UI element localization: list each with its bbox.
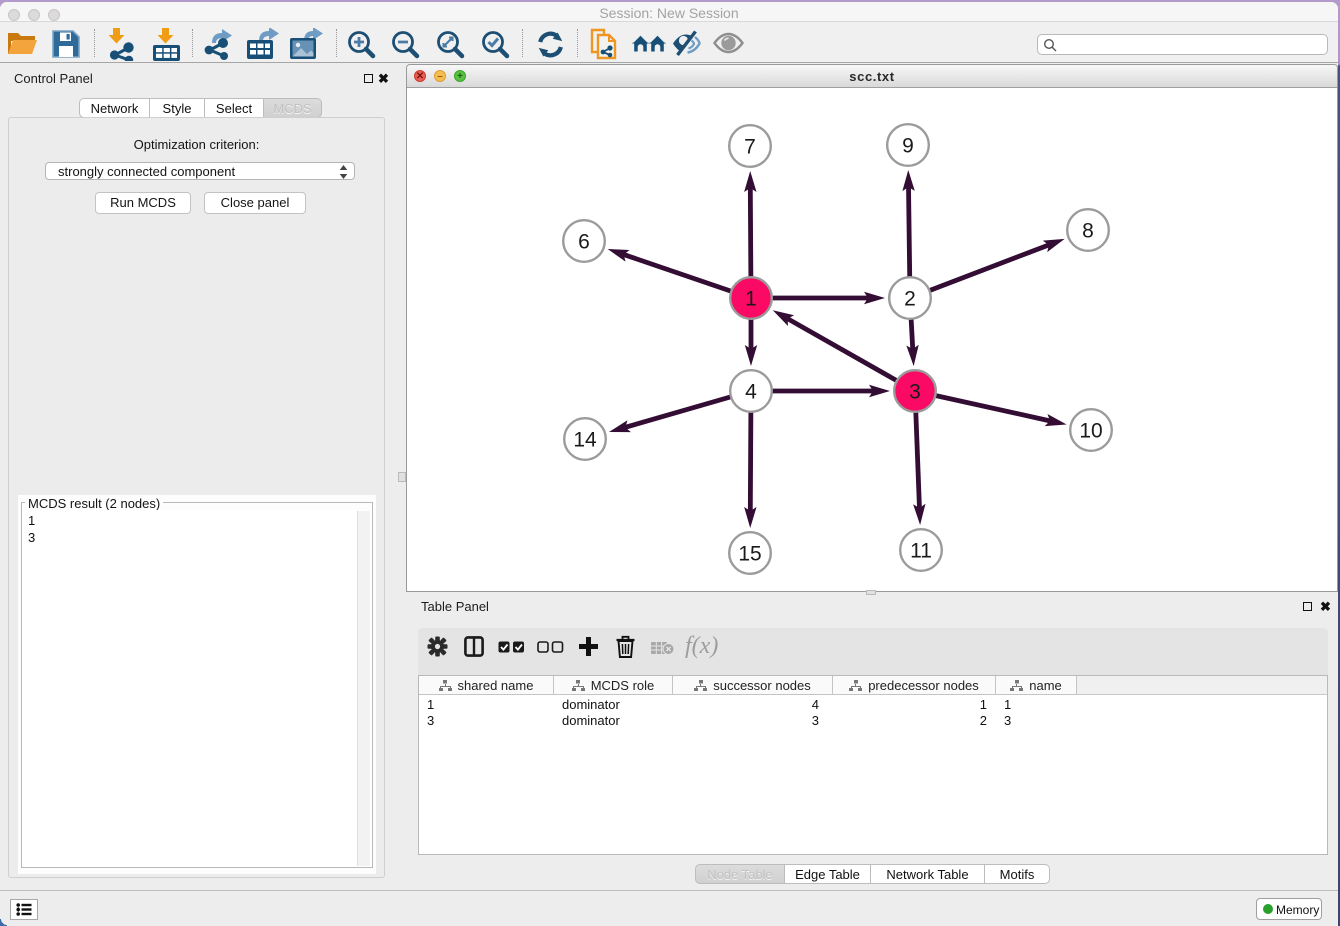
svg-text:9: 9 [902, 135, 914, 158]
svg-text:15: 15 [738, 543, 761, 566]
svg-text:3: 3 [909, 381, 921, 404]
svg-text:4: 4 [745, 381, 757, 404]
svg-text:8: 8 [1082, 220, 1094, 243]
svg-text:14: 14 [573, 429, 597, 452]
svg-text:1: 1 [745, 288, 757, 311]
svg-text:2: 2 [904, 288, 916, 311]
svg-text:11: 11 [910, 540, 932, 563]
svg-text:6: 6 [578, 231, 590, 254]
svg-text:10: 10 [1079, 420, 1102, 443]
svg-text:7: 7 [744, 136, 756, 159]
